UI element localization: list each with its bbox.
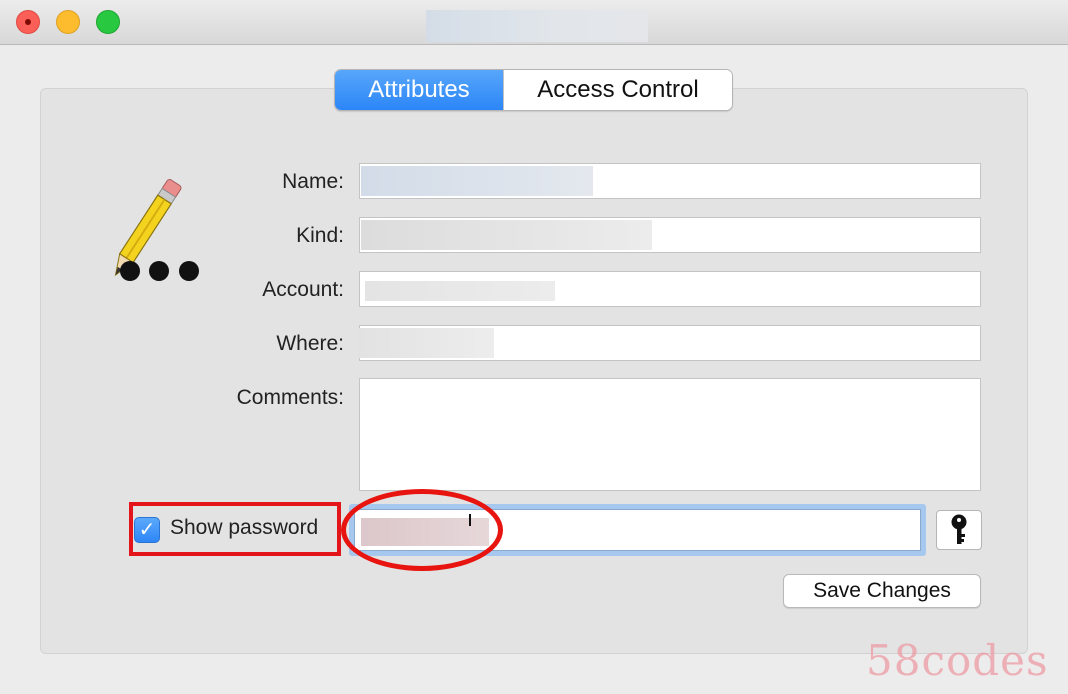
show-password-checkbox[interactable]: ✓ (134, 517, 160, 543)
where-field[interactable] (358, 325, 981, 361)
redacted-kind (361, 220, 652, 250)
kind-label: Kind: (296, 224, 344, 247)
redacted-account (365, 281, 555, 301)
comments-field[interactable] (359, 378, 981, 491)
window-title (426, 10, 648, 42)
account-field[interactable] (359, 271, 981, 307)
name-field[interactable] (359, 163, 981, 199)
close-window-button[interactable] (16, 10, 40, 34)
password-field[interactable] (349, 504, 926, 556)
where-label: Where: (276, 332, 344, 355)
password-assistant-button[interactable] (936, 510, 982, 550)
account-label: Account: (262, 278, 344, 301)
tab-bar: Attributes Access Control (334, 69, 733, 111)
zoom-window-button[interactable] (96, 10, 120, 34)
watermark: 58codes (866, 636, 1049, 685)
comments-label: Comments: (236, 386, 344, 409)
kind-field[interactable] (359, 217, 981, 253)
save-changes-button[interactable]: Save Changes (783, 574, 981, 608)
redacted-where (358, 328, 494, 358)
name-label: Name: (282, 170, 344, 193)
title-bar (0, 0, 1068, 45)
password-field-inner (354, 509, 921, 551)
redacted-name (361, 166, 593, 196)
pencil-password-icon (114, 179, 199, 281)
tab-access-control[interactable]: Access Control (503, 70, 732, 110)
key-icon (951, 514, 967, 544)
show-password-label[interactable]: Show password (170, 516, 318, 540)
minimize-window-button[interactable] (56, 10, 80, 34)
text-cursor (469, 514, 471, 526)
tab-attributes[interactable]: Attributes (335, 70, 503, 110)
